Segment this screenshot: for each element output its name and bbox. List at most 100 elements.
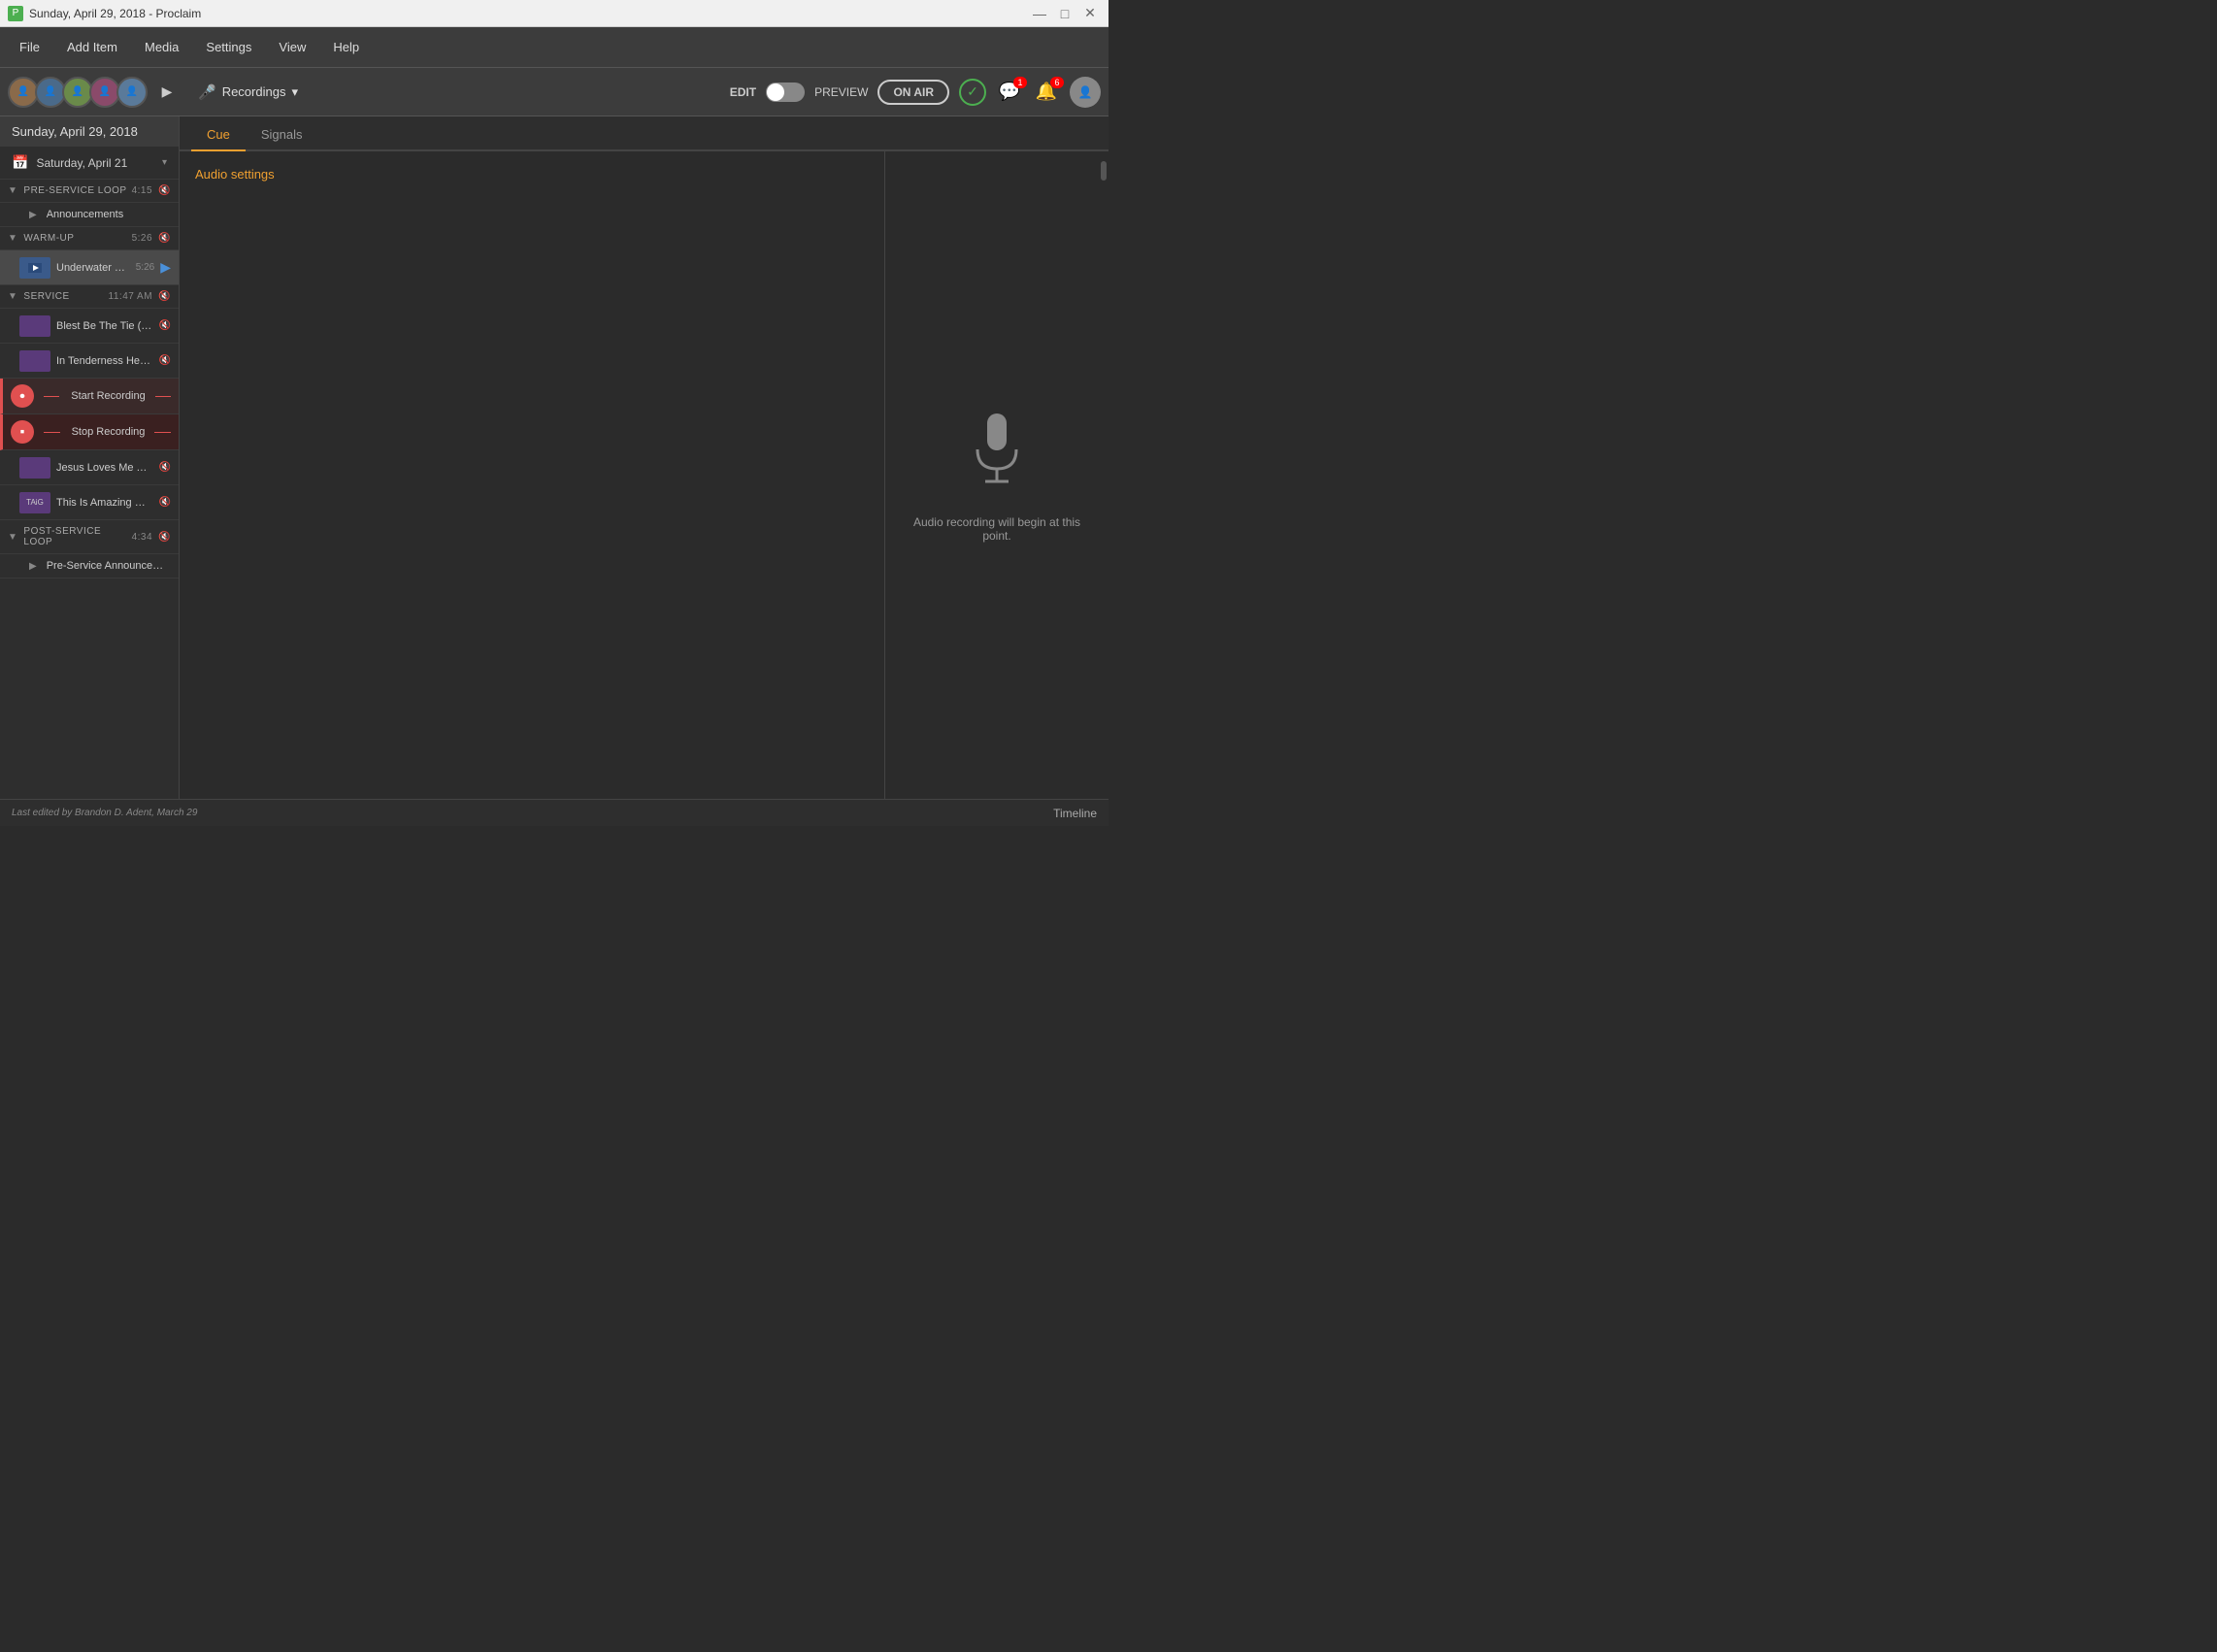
recording-line bbox=[154, 432, 171, 433]
amazing-grace-item[interactable]: TAiG This Is Amazing Grace ♪ 🔇 bbox=[0, 485, 179, 520]
edit-label: EDIT bbox=[730, 85, 756, 99]
left-panel: Audio settings bbox=[180, 151, 885, 799]
volume-icon: 🔇 bbox=[159, 320, 171, 331]
messages-badge: 1 bbox=[1013, 77, 1027, 88]
footer: Last edited by Brandon D. Adent, March 2… bbox=[0, 799, 1108, 826]
tab-signals[interactable]: Signals bbox=[246, 119, 318, 151]
notifications-button[interactable]: 🔔 6 bbox=[1033, 79, 1060, 106]
maximize-button[interactable]: □ bbox=[1054, 4, 1075, 23]
tabs-bar: Cue Signals bbox=[180, 116, 1108, 151]
audio-settings-link[interactable]: Audio settings bbox=[195, 167, 275, 182]
section-name: WARM-UP bbox=[23, 233, 74, 244]
item-label: In Tenderness He Sought Me (In Te... bbox=[56, 355, 153, 367]
section-time: 11:47 AM bbox=[109, 291, 153, 302]
menu-add-item[interactable]: Add Item bbox=[55, 34, 129, 60]
check-icon: ✓ bbox=[959, 79, 986, 106]
item-label: Stop Recording bbox=[72, 426, 146, 438]
edit-toggle[interactable] bbox=[766, 83, 805, 102]
tab-cue[interactable]: Cue bbox=[191, 119, 246, 151]
title-bar: P Sunday, April 29, 2018 - Proclaim — □ … bbox=[0, 0, 1108, 27]
toolbar-right: EDIT PREVIEW ON AIR ✓ 💬 1 🔔 6 👤 bbox=[730, 77, 1101, 108]
jesus-loves-me-item[interactable]: Jesus Loves Me This I Know (Jesus... 🔇 bbox=[0, 450, 179, 485]
collapse-icon: ▶ bbox=[29, 210, 37, 220]
user-avatar[interactable]: 👤 bbox=[1070, 77, 1101, 108]
toolbar: 👤 👤 👤 👤 👤 ▶ 🎤 Recordings ▾ EDIT PREVIEW … bbox=[0, 68, 1108, 116]
expand-icon: ▼ bbox=[8, 291, 17, 302]
main-layout: Sunday, April 29, 2018 📅 Saturday, April… bbox=[0, 116, 1108, 799]
pre-service-announcements-item[interactable]: ▶ Pre-Service Announcements bbox=[0, 554, 179, 578]
section-service[interactable]: ▼ SERVICE 11:47 AM 🔇 bbox=[0, 285, 179, 309]
menu-file[interactable]: File bbox=[8, 34, 51, 60]
sidebar-date-header: Sunday, April 29, 2018 bbox=[0, 116, 179, 147]
saturday-nav-item[interactable]: 📅 Saturday, April 21 ▾ bbox=[0, 147, 179, 180]
in-tenderness-item[interactable]: In Tenderness He Sought Me (In Te... 🔇 bbox=[0, 344, 179, 379]
recording-notice: Audio recording will begin at this point… bbox=[905, 515, 1089, 543]
recording-line bbox=[44, 432, 60, 433]
song-thumbnail bbox=[19, 315, 50, 337]
record-icon: ⏺ bbox=[20, 391, 25, 402]
messages-button[interactable]: 💬 1 bbox=[996, 79, 1023, 106]
title-bar-controls: — □ ✕ bbox=[1029, 4, 1101, 23]
recording-line bbox=[44, 396, 59, 397]
toolbar-left: 👤 👤 👤 👤 👤 ▶ 🎤 Recordings ▾ bbox=[8, 77, 310, 108]
chevron-down-icon: ▾ bbox=[162, 157, 167, 168]
timeline-label: Timeline bbox=[1053, 807, 1097, 820]
section-name: PRE-SERVICE LOOP bbox=[23, 185, 126, 196]
item-label: Pre-Service Announcements bbox=[47, 560, 171, 572]
on-air-button[interactable]: ON AIR bbox=[877, 80, 949, 105]
preview-label: PREVIEW bbox=[814, 85, 868, 99]
recordings-button[interactable]: 🎤 Recordings ▾ bbox=[186, 78, 310, 107]
volume-icon: 🔇 bbox=[158, 291, 171, 302]
play-button[interactable]: ▶ bbox=[153, 79, 181, 106]
section-warm-up[interactable]: ▼ WARM-UP 5:26 🔇 bbox=[0, 227, 179, 250]
expand-icon: ▼ bbox=[8, 233, 17, 244]
app-icon: P bbox=[8, 6, 23, 21]
item-label: Underwater Countdown bbox=[56, 262, 130, 274]
song-thumbnail: TAiG bbox=[19, 492, 50, 513]
toggle-knob bbox=[767, 83, 784, 101]
menu-settings[interactable]: Settings bbox=[194, 34, 263, 60]
recordings-chevron-icon: ▾ bbox=[291, 84, 298, 100]
item-time: 5:26 bbox=[136, 262, 154, 273]
underwater-countdown-item[interactable]: Underwater Countdown 5:26 ▶ bbox=[0, 250, 179, 285]
video-thumbnail bbox=[19, 257, 50, 279]
record-stop-button[interactable]: ⏹ bbox=[11, 420, 34, 444]
saturday-label: Saturday, April 21 bbox=[36, 156, 127, 170]
section-post-service-loop[interactable]: ▼ POST-SERVICE LOOP 4:34 🔇 bbox=[0, 520, 179, 554]
blest-be-tie-item[interactable]: Blest Be The Tie (Canticle Of Fello... 🔇 bbox=[0, 309, 179, 344]
right-panel: Audio recording will begin at this point… bbox=[885, 151, 1108, 799]
section-pre-service-loop[interactable]: ▼ PRE-SERVICE LOOP 4:15 🔇 bbox=[0, 180, 179, 203]
song-thumbnail bbox=[19, 457, 50, 479]
stop-recording-item[interactable]: ⏹ Stop Recording bbox=[0, 414, 179, 450]
volume-icon: 🔇 bbox=[158, 185, 171, 196]
menu-bar: File Add Item Media Settings View Help bbox=[0, 27, 1108, 68]
expand-icon: ▼ bbox=[8, 185, 17, 196]
volume-icon: 🔇 bbox=[158, 532, 171, 543]
menu-view[interactable]: View bbox=[267, 34, 317, 60]
section-name: POST-SERVICE LOOP bbox=[23, 526, 131, 547]
start-recording-item[interactable]: ⏺ Start Recording bbox=[0, 379, 179, 414]
play-active-icon: ▶ bbox=[160, 259, 171, 276]
stop-icon: ⏹ bbox=[20, 427, 24, 437]
menu-media[interactable]: Media bbox=[133, 34, 190, 60]
calendar-icon: 📅 bbox=[12, 154, 28, 171]
recording-line bbox=[155, 396, 171, 397]
item-label: Blest Be The Tie (Canticle Of Fello... bbox=[56, 320, 153, 332]
menu-help[interactable]: Help bbox=[321, 34, 371, 60]
item-label: Jesus Loves Me This I Know (Jesus... bbox=[56, 462, 153, 474]
record-start-button[interactable]: ⏺ bbox=[11, 384, 34, 408]
notifications-badge: 6 bbox=[1050, 77, 1064, 88]
close-button[interactable]: ✕ bbox=[1079, 4, 1101, 23]
content-split: Audio settings Audio recording will begi… bbox=[180, 151, 1108, 799]
scroll-thumb[interactable] bbox=[1101, 161, 1107, 181]
item-label: Announcements bbox=[47, 209, 171, 220]
section-time: 5:26 bbox=[132, 233, 152, 244]
item-label: This Is Amazing Grace ♪ bbox=[56, 497, 153, 509]
avatar-group: 👤 👤 👤 👤 👤 bbox=[8, 77, 148, 108]
sidebar: Sunday, April 29, 2018 📅 Saturday, April… bbox=[0, 116, 180, 799]
last-edited-label: Last edited by Brandon D. Adent, March 2… bbox=[12, 808, 1053, 818]
announcements-item[interactable]: ▶ Announcements bbox=[0, 203, 179, 227]
microphone-icon bbox=[968, 409, 1026, 500]
minimize-button[interactable]: — bbox=[1029, 4, 1050, 23]
content-area: Cue Signals Audio settings bbox=[180, 116, 1108, 799]
